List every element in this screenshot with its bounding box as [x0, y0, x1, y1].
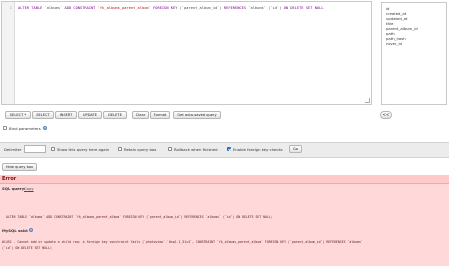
sql-keyword: REFERENCES [223, 6, 247, 10]
select-button[interactable]: SELECT [32, 111, 54, 119]
error-box [0, 183, 449, 266]
error-message-line: (`id`) ON DELETE SET NULL) [2, 246, 52, 250]
sql-keyword: ALTER TABLE [18, 6, 43, 10]
mysql-said-label: MySQL said: [2, 228, 29, 233]
sql-editor[interactable]: 1 ALTER TABLE `albums` ADD CONSTRAINT `f… [1, 1, 372, 105]
update-button[interactable]: UPDATE [78, 111, 102, 119]
rollback-when-finished-checkbox[interactable] [168, 147, 172, 151]
insert-button[interactable]: INSERT [55, 111, 77, 119]
editor-gutter: 1 [2, 2, 15, 104]
column-option[interactable]: cover_id [386, 41, 402, 46]
error-query-text: ALTER TABLE `albums` ADD CONSTRAINT `fk_… [6, 215, 273, 219]
retain-query-box-label: Retain query box [124, 147, 157, 152]
sql-text: (`parent_album_id`) [177, 6, 224, 10]
sql-keyword: ON DELETE SET NULL [283, 6, 324, 10]
retain-query-box-checkbox[interactable] [118, 147, 122, 151]
enable-foreign-key-checks-checkbox[interactable] [227, 147, 231, 151]
rollback-when-finished-label: Rollback when finished [174, 147, 218, 152]
sql-keyword: ADD CONSTRAINT [64, 6, 96, 10]
hide-query-box-button[interactable]: Hide query box [2, 163, 37, 171]
sql-query-label: SQL query: [2, 186, 26, 191]
delete-button[interactable]: DELETE [103, 111, 127, 119]
resize-handle[interactable] [365, 98, 370, 103]
copy-link[interactable]: Copy [24, 186, 34, 191]
columns-listbox[interactable]: id created_at updated_at title parent_al… [381, 2, 447, 105]
format-button[interactable]: Format [150, 111, 170, 119]
error-title-bar [0, 175, 449, 183]
show-query-again-checkbox[interactable] [51, 147, 55, 151]
insert-column-button[interactable]: << [380, 111, 392, 119]
go-button[interactable]: Go [289, 145, 302, 153]
get-auto-saved-query-button[interactable]: Get auto-saved query [173, 111, 221, 119]
select-star-button[interactable]: SELECT * [5, 111, 31, 119]
error-message-line: #1452 - Cannot add or update a child row… [2, 240, 363, 244]
documentation-icon[interactable]: ? [29, 228, 33, 232]
bind-parameters-checkbox[interactable] [3, 126, 7, 130]
sql-text: `albums` (`id`) [246, 6, 284, 10]
line-number: 1 [9, 6, 12, 10]
sql-query-line[interactable]: ALTER TABLE `albums` ADD CONSTRAINT `fk_… [18, 6, 324, 10]
sql-text: `fk_albums_parent_album` [95, 6, 154, 10]
delimiter-label: Delimiter [4, 147, 22, 152]
sql-keyword: FOREIGN KEY [153, 6, 178, 10]
enable-foreign-key-checks-label: Enable foreign key checks [233, 147, 283, 152]
clear-button[interactable]: Clear [132, 111, 149, 119]
sql-text: `albums` [42, 6, 65, 10]
delimiter-input[interactable] [24, 145, 46, 153]
bind-parameters-label: Bind parameters [9, 126, 41, 131]
help-icon[interactable]: ? [43, 126, 47, 130]
error-title: Error [2, 176, 17, 182]
show-query-again-label: Show this query here again [57, 147, 110, 152]
